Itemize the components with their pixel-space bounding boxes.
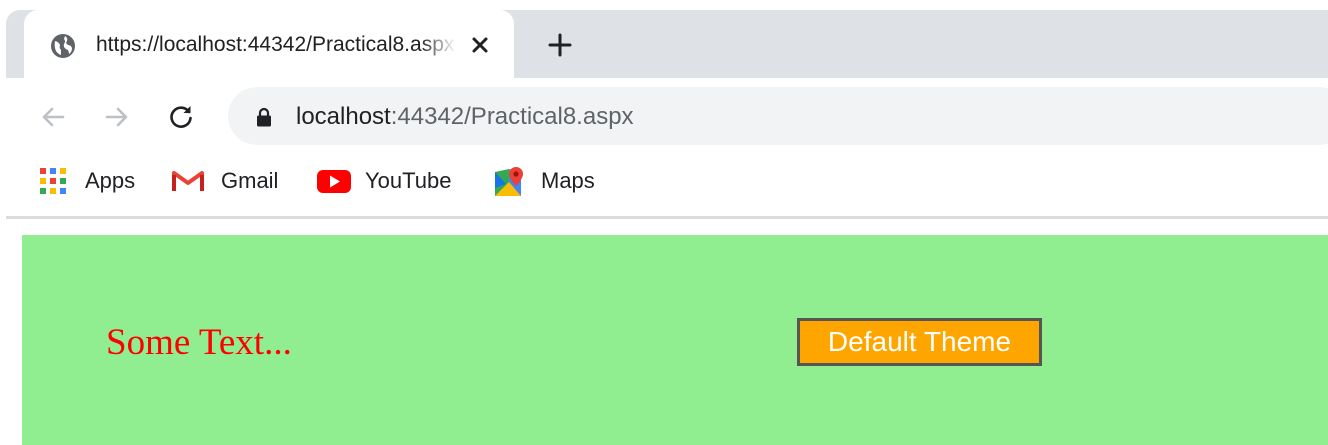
lock-icon[interactable]: [256, 107, 272, 127]
default-theme-button[interactable]: Default Theme: [797, 318, 1042, 366]
bookmark-label: Apps: [85, 168, 136, 193]
new-tab-button[interactable]: [546, 31, 574, 59]
page-body: Some Text... Default Theme: [22, 235, 1328, 445]
page-text: Some Text...: [106, 322, 292, 363]
bookmark-label: Maps: [541, 168, 595, 193]
bookmark-apps[interactable]: Apps: [38, 164, 142, 198]
apps-grid-icon: [40, 168, 66, 194]
bookmark-maps[interactable]: Maps: [493, 164, 603, 198]
reload-icon[interactable]: [166, 102, 196, 132]
maps-icon: [495, 167, 523, 196]
address-url[interactable]: localhost:44342/Practical8.aspx: [296, 100, 634, 134]
youtube-icon: [317, 170, 351, 193]
url-path: :44342/Practical8.aspx: [390, 103, 634, 130]
back-arrow-icon[interactable]: [38, 102, 68, 132]
tab-title: https://localhost:44342/Practical8.aspx: [96, 33, 455, 56]
bookmark-label: Gmail: [221, 168, 279, 193]
gmail-icon: [172, 171, 204, 191]
bookmark-gmail[interactable]: Gmail: [171, 164, 287, 198]
url-host: localhost: [296, 103, 391, 130]
bookmark-youtube[interactable]: YouTube: [316, 164, 464, 198]
toolbar-divider: [6, 216, 1328, 219]
bookmark-label: YouTube: [365, 168, 452, 193]
close-icon[interactable]: [469, 34, 491, 56]
forward-arrow-icon[interactable]: [102, 102, 132, 132]
globe-icon: [51, 34, 75, 58]
